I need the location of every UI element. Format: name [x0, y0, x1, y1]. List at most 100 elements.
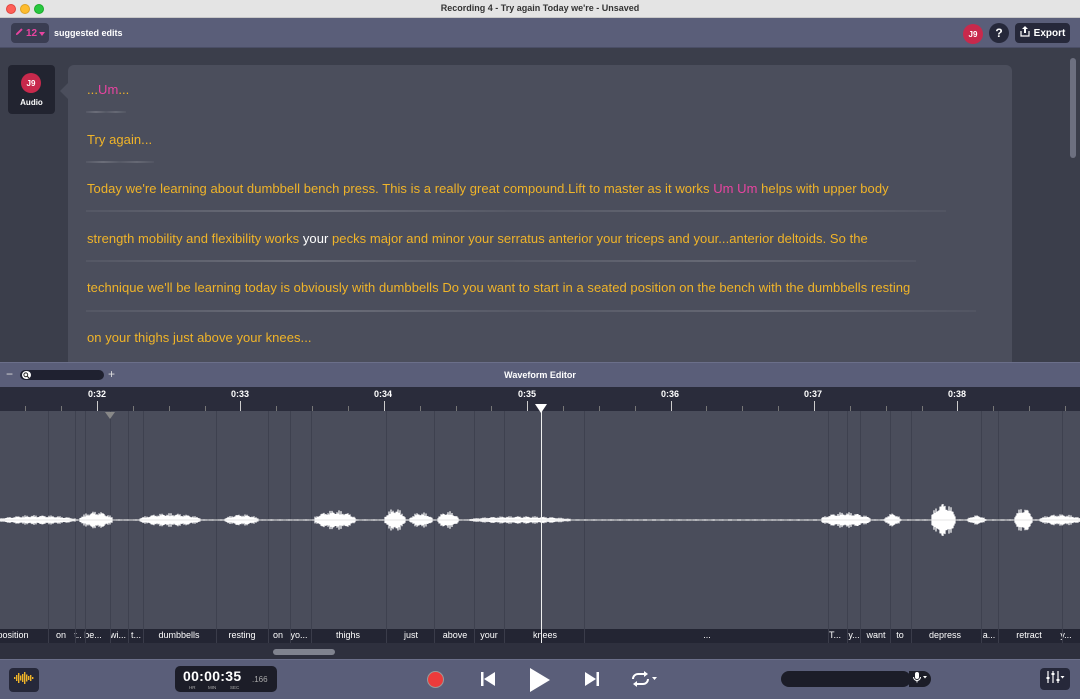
suggested-edits-button[interactable]: 12: [11, 23, 49, 43]
word-label[interactable]: above: [443, 630, 468, 640]
word-label[interactable]: a...: [983, 630, 996, 640]
skip-back-icon: [479, 672, 497, 692]
word-label[interactable]: depress: [929, 630, 961, 640]
word-divider: [110, 629, 111, 643]
word-divider: [890, 629, 891, 643]
transcript-line[interactable]: technique we'll be learning today is obv…: [87, 280, 910, 295]
microphone-button[interactable]: [909, 671, 931, 687]
play-button[interactable]: [528, 667, 552, 698]
time-label: 0:34: [373, 389, 393, 399]
word-label[interactable]: resting: [228, 630, 255, 640]
word-label[interactable]: be...: [84, 630, 102, 640]
ruler-tick: [240, 401, 242, 411]
word-label[interactable]: on: [273, 630, 283, 640]
playhead-handle[interactable]: [535, 404, 547, 413]
ruler-tick: [814, 401, 815, 411]
word-divider: [504, 629, 505, 643]
word-label[interactable]: knees: [533, 630, 557, 640]
word-label[interactable]: just: [404, 630, 418, 640]
speaker-label: Audio: [20, 98, 43, 107]
vertical-scrollbar[interactable]: [1070, 58, 1076, 158]
waveform-editor-header: − + Waveform Editor: [0, 362, 1080, 387]
line-waveform: [86, 310, 976, 312]
word-divider: [911, 629, 912, 643]
word-divider: [268, 629, 269, 643]
chevron-down-icon: [39, 28, 46, 39]
word-divider: [75, 629, 76, 643]
word-label[interactable]: retract: [1016, 630, 1042, 640]
transport-bar: 00:00:35 .166 HR MIN SEC: [0, 659, 1080, 699]
word-divider: [143, 629, 144, 643]
word-label[interactable]: position: [0, 630, 29, 640]
timecode-fraction: .166: [252, 675, 268, 684]
unit-sec: SEC: [230, 685, 240, 690]
skip-forward-button[interactable]: [583, 670, 601, 693]
word-label[interactable]: on: [56, 630, 66, 640]
line-waveform: [86, 260, 916, 262]
loop-icon: [630, 671, 658, 692]
window-title: Recording 4 - Try again Today we're - Un…: [440, 3, 640, 13]
word-label[interactable]: ...: [703, 630, 711, 640]
word-divider: [584, 629, 585, 643]
word-divider: [386, 629, 387, 643]
word-divider: [48, 629, 49, 643]
word-label[interactable]: to: [896, 630, 904, 640]
word-divider: [828, 629, 829, 643]
line-waveform: [86, 111, 126, 113]
transcript-line[interactable]: ...Um...: [87, 82, 129, 97]
word-label[interactable]: dumbbells: [158, 630, 199, 640]
playhead[interactable]: [541, 405, 542, 643]
timecode-value: 00:00:35: [183, 668, 242, 684]
word-divider: [1062, 629, 1063, 643]
mixer-settings-button[interactable]: [1040, 668, 1070, 690]
horizontal-scrollbar[interactable]: [0, 643, 1080, 659]
word-label[interactable]: wi...: [110, 630, 126, 640]
ruler-tick: [97, 401, 98, 411]
word-divider: [434, 629, 435, 643]
help-button[interactable]: ?: [989, 23, 1009, 43]
word-label[interactable]: thighs: [336, 630, 360, 640]
doc-pointer: [60, 83, 68, 99]
record-button[interactable]: [427, 671, 444, 688]
skip-back-button[interactable]: [479, 670, 497, 693]
edits-count: 12: [25, 27, 38, 39]
word-divider: [998, 629, 999, 643]
word-label[interactable]: yo...: [290, 630, 307, 640]
waveform-icon: [14, 671, 34, 689]
share-icon: [1020, 26, 1030, 40]
transcript-line[interactable]: on your thighs just above your knees...: [87, 330, 312, 345]
word-track[interactable]: position on t.. be... wi... t... dumbbel…: [0, 629, 1080, 643]
time-label: 0:35: [517, 389, 537, 399]
scrollbar-thumb[interactable]: [273, 649, 335, 655]
transcript-document[interactable]: [68, 65, 1012, 362]
loop-button[interactable]: [630, 670, 658, 693]
word-label[interactable]: want: [866, 630, 885, 640]
ruler-tick: [957, 401, 959, 411]
word-label[interactable]: t...: [131, 630, 141, 640]
line-waveform: [86, 161, 154, 163]
ruler-tick: [383, 401, 385, 411]
skip-forward-icon: [583, 672, 601, 692]
unit-hr: HR: [189, 685, 196, 690]
waveform-track[interactable]: [0, 411, 1080, 629]
user-avatar[interactable]: J9: [963, 24, 983, 44]
segment-marker[interactable]: [105, 412, 115, 419]
time-label: 0:37: [803, 389, 823, 399]
word-divider: [860, 629, 861, 643]
word-divider: [474, 629, 475, 643]
filler-word: Um Um: [713, 181, 758, 196]
waveform-toggle-button[interactable]: [9, 668, 39, 692]
word-label[interactable]: T...: [829, 630, 841, 640]
speaker-card[interactable]: J9 Audio: [8, 65, 55, 114]
time-label: 0:32: [87, 389, 107, 399]
export-label: Export: [1033, 27, 1066, 39]
transcript-line[interactable]: strength mobility and flexibility works …: [87, 231, 868, 246]
export-button[interactable]: Export: [1015, 23, 1070, 43]
word-divider: [128, 629, 129, 643]
transcript-line[interactable]: Today we're learning about dumbbell benc…: [87, 181, 889, 196]
word-label[interactable]: y...: [848, 630, 859, 640]
word-label[interactable]: your: [480, 630, 498, 640]
ruler-tick: [670, 401, 672, 411]
filler-word: Um: [98, 82, 119, 97]
transcript-line[interactable]: Try again...: [87, 132, 152, 147]
